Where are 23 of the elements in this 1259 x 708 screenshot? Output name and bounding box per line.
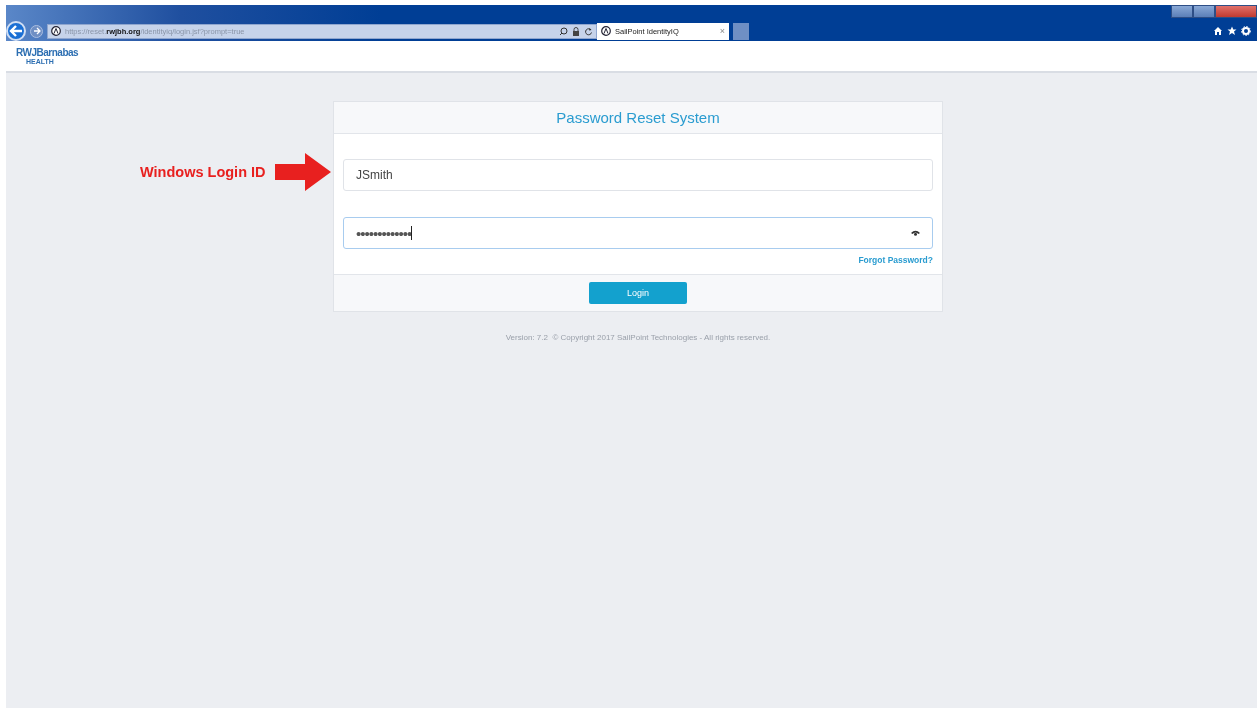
lock-icon[interactable] [572,26,580,36]
forward-button[interactable] [30,24,43,38]
restore-button[interactable] [1193,5,1215,18]
site-icon [601,26,611,36]
search-icon[interactable] [559,26,568,36]
back-button[interactable] [6,21,26,41]
arrow-icon [274,153,331,191]
annotation-label: Windows Login ID [140,164,266,180]
settings-icon[interactable] [1241,26,1251,36]
new-tab-button[interactable] [733,22,749,40]
site-icon [51,26,61,36]
copyright-text: Version: 7.2 © Copyright 2017 SailPoint Technologies - All rights reserved. [505,333,771,342]
minimize-button[interactable] [1171,5,1193,18]
home-icon[interactable] [1213,26,1223,36]
card-title: Password Reset System [556,109,720,126]
star-icon[interactable] [1227,26,1237,36]
password-field[interactable]: ••••••••••••• [343,217,933,249]
username-field[interactable]: JSmith [343,159,933,191]
eye-icon[interactable] [911,230,920,236]
refresh-icon[interactable] [584,26,593,36]
close-window-button[interactable] [1215,5,1257,18]
logo-text: RWJBarnabas [16,47,79,58]
tab-close-button[interactable]: × [719,26,725,36]
